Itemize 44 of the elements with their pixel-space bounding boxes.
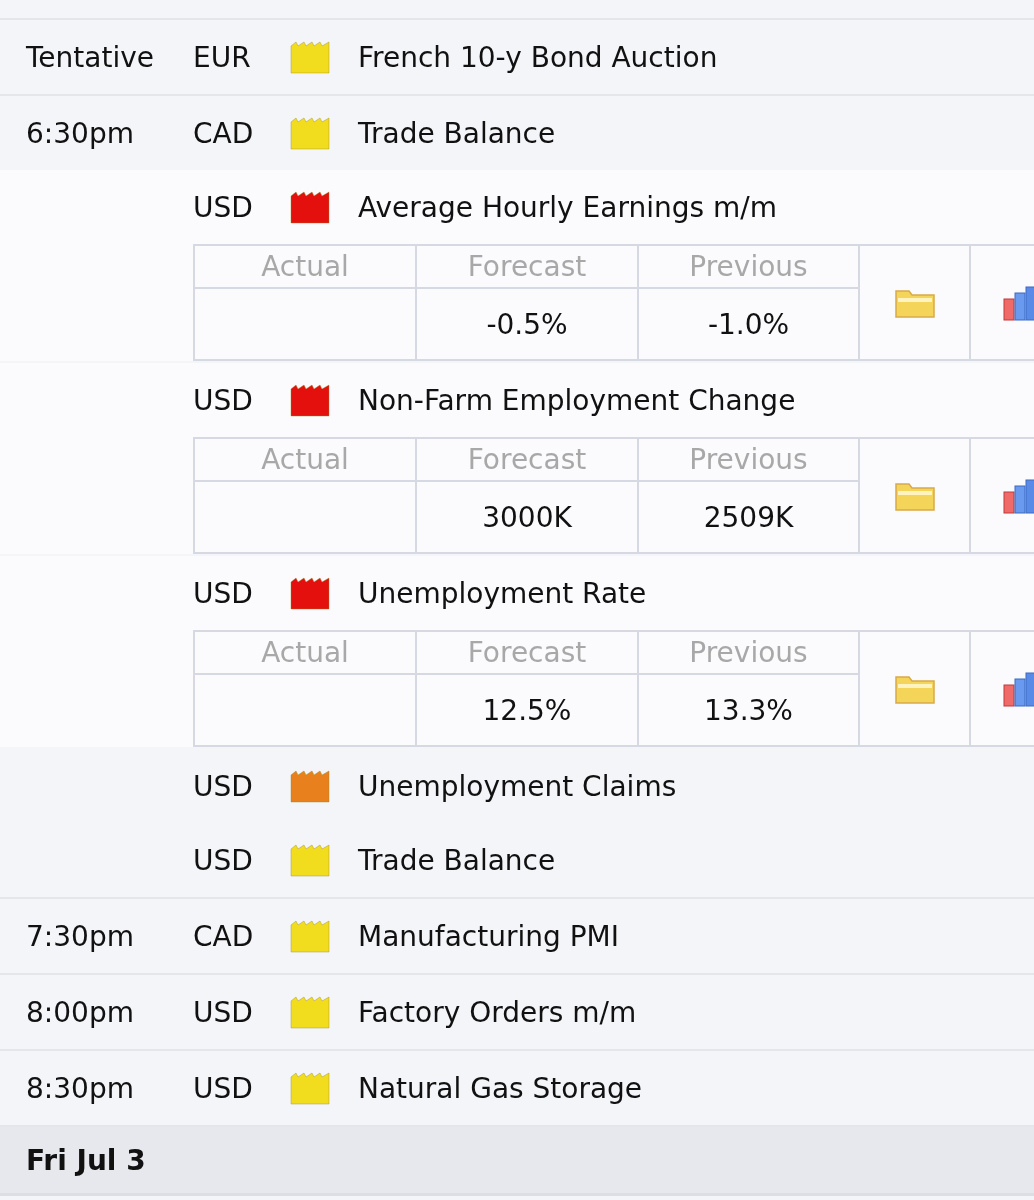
column-header: Previous [639,246,860,289]
column-header: Actual [195,632,417,675]
event-name[interactable]: Trade Balance [358,116,1034,150]
bar-chart-icon[interactable] [1003,284,1034,321]
currency: USD [193,995,254,1029]
column-header: Actual [195,439,417,482]
column-header: Forecast [417,439,639,482]
currency: USD [193,1071,254,1105]
column-header: Previous [639,439,860,482]
currency: EUR [193,40,252,74]
event-time: 6:30pm [25,116,135,150]
currency: USD [193,769,254,803]
event-name[interactable]: French 10-y Bond Auction [358,40,1034,74]
event-name[interactable]: Unemployment Claims [358,769,1034,803]
previous-value: -1.0% [639,289,860,359]
currency: USD [193,383,254,417]
forecast-value: 3000K [417,482,639,552]
event-time: Tentative [25,40,155,74]
forecast-value: 12.5% [417,675,639,745]
currency: USD [193,576,254,610]
previous-value: 13.3% [639,675,860,745]
column-header: Actual [195,246,417,289]
event-name[interactable]: Natural Gas Storage [358,1071,1034,1105]
event-time: 8:30pm [25,1071,135,1105]
currency: CAD [193,919,255,953]
column-header: Forecast [417,246,639,289]
previous-value: 2509K [639,482,860,552]
currency: CAD [193,116,255,150]
bar-chart-icon[interactable] [1003,477,1034,514]
currency: USD [193,843,254,877]
event-name[interactable]: Unemployment Rate [358,576,1034,610]
event-name[interactable]: Average Hourly Earnings m/m [358,190,1034,224]
column-header: Forecast [417,632,639,675]
event-time: 7:30pm [25,919,135,953]
event-name[interactable]: Non-Farm Employment Change [358,383,1034,417]
day-title: Fri Jul 3 [26,1143,146,1177]
event-time: 8:00pm [25,995,135,1029]
currency: USD [193,190,254,224]
column-header: Previous [639,632,860,675]
forecast-value: -0.5% [417,289,639,359]
event-name[interactable]: Manufacturing PMI [358,919,1034,953]
event-name[interactable]: Factory Orders m/m [358,995,1034,1029]
bar-chart-icon[interactable] [1003,670,1034,707]
event-name[interactable]: Trade Balance [358,843,1034,877]
